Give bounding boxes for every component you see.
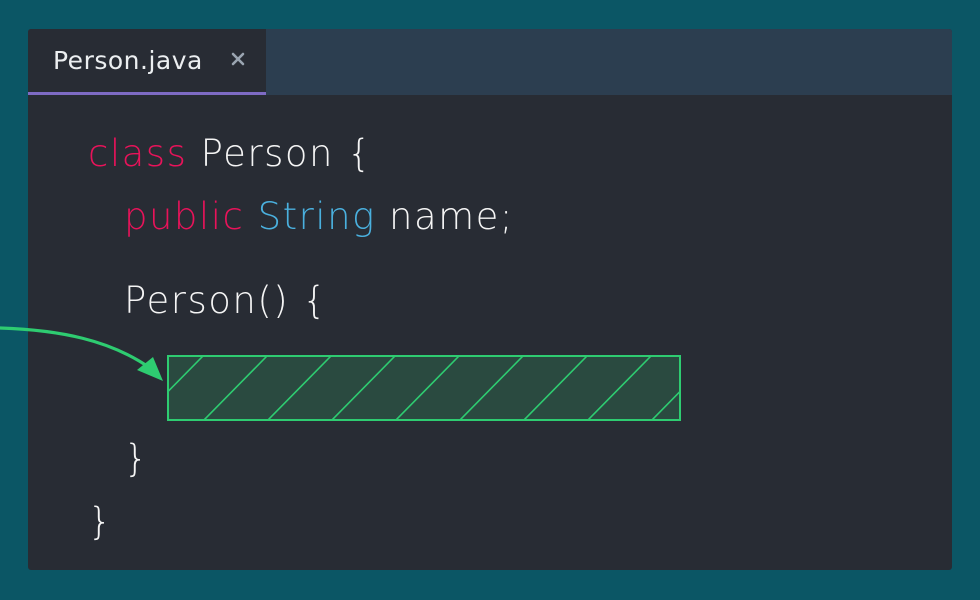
tab-bar: Person.java [28,29,952,95]
code-editor: Person.java class Person { public String… [28,29,952,570]
tab-person-java[interactable]: Person.java [28,29,266,95]
keyword-class: class [88,132,188,175]
code-placeholder-box [167,355,681,421]
tab-filename: Person.java [53,46,203,75]
code-line-field: public String name; [124,195,514,239]
code-line-class-close: } [88,500,113,544]
code-line-class: class Person { [88,132,372,176]
constructor-signature: Person() { [124,279,328,322]
keyword-public: public [124,195,245,238]
code-line-constructor: Person() { [124,279,328,323]
type-string: String [257,195,376,238]
close-icon[interactable] [230,51,246,67]
closing-brace: } [124,437,150,480]
field-name: name; [375,195,514,238]
code-line-constructor-close: } [124,437,149,481]
class-declaration: Person { [187,132,373,175]
closing-brace: } [88,500,114,543]
